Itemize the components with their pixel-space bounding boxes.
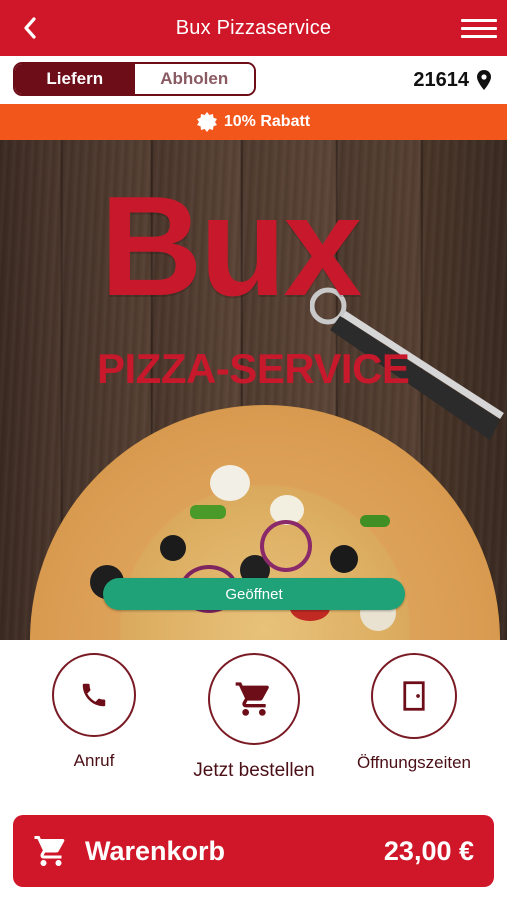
logo-main: Bux — [100, 167, 362, 326]
opening-hours-circle[interactable] — [371, 653, 457, 739]
discount-banner[interactable]: 10% Rabatt — [0, 104, 507, 140]
badge-icon — [196, 112, 217, 132]
call-label: Anruf — [73, 751, 115, 770]
call-button-circle[interactable] — [52, 653, 136, 737]
status-badge[interactable]: Geöffnet — [103, 578, 405, 610]
zip-code: 21614 — [413, 68, 469, 91]
discount-label: 10% Rabatt — [223, 113, 311, 130]
quick-actions: Anruf Jetzt bestellen Öffnungszeiten — [0, 640, 507, 800]
call-button[interactable]: Anruf — [24, 653, 164, 771]
order-mode-row: Liefern Abholen 21614 — [0, 56, 507, 104]
order-mode-toggle: Liefern Abholen — [13, 62, 256, 96]
phone-icon — [82, 683, 106, 707]
cart-label: Warenkorb — [85, 835, 226, 866]
location-selector[interactable]: 21614 — [413, 64, 491, 96]
logo-sub: PIZZA-SERVICE — [97, 345, 410, 392]
hero-image: Bux PIZZA-SERVICE Geöffnet — [0, 140, 507, 640]
top-app-bar: Bux Pizzaservice — [0, 0, 507, 56]
door-icon — [403, 681, 425, 711]
opening-hours-button[interactable]: Öffnungszeiten — [344, 653, 484, 773]
cart-icon — [34, 836, 65, 866]
order-now-label: Jetzt bestellen — [193, 760, 315, 781]
cart-icon — [235, 682, 269, 716]
order-now-button[interactable]: Jetzt bestellen — [184, 653, 324, 782]
page-title: Bux Pizzaservice — [175, 17, 332, 39]
cart-button[interactable]: Warenkorb 23,00 € — [13, 815, 494, 887]
tab-liefern[interactable]: Liefern — [15, 64, 135, 94]
cart-total: 23,00 € — [383, 835, 474, 866]
tab-abholen[interactable]: Abholen — [134, 64, 254, 94]
opening-hours-label: Öffnungszeiten — [356, 753, 472, 772]
order-now-circle[interactable] — [208, 653, 300, 745]
map-pin-icon — [477, 70, 491, 90]
hamburger-menu-icon[interactable] — [461, 12, 497, 44]
